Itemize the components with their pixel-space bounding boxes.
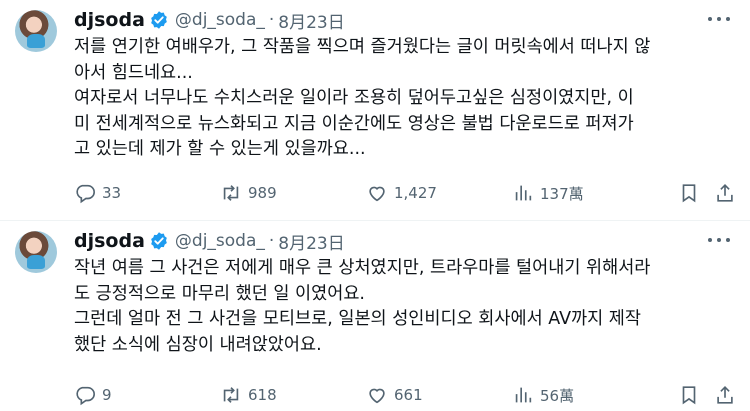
- share-button[interactable]: [714, 180, 736, 206]
- tweet-date[interactable]: 8月23日: [278, 8, 344, 33]
- view-count: 56萬: [540, 386, 575, 405]
- retweet-count: 989: [248, 184, 277, 202]
- separator-dot: ·: [268, 231, 275, 251]
- bookmark-icon: [682, 386, 696, 405]
- tweet-text-line: 작년 여름 그 사건은 저에게 매우 큰 상처였지만, 트라우마를 털어내기 위…: [74, 258, 651, 278]
- share-upload-icon: [717, 184, 733, 202]
- tweet-1[interactable]: djsoda @dj_soda_ · 8月23日 저를 연기한 여배우가, 그 …: [0, 0, 750, 220]
- share-button[interactable]: [714, 382, 736, 408]
- tweet-text-line: 도 긍정적으로 마무리 했던 일 이였어요.: [74, 283, 365, 304]
- tweet-header: djsoda @dj_soda_ · 8月23日: [74, 8, 345, 33]
- tweet-text: 저를 연기한 여배우가, 그 작품을 찍으며 즐거웠다는 글이 머릿속에서 떠나…: [74, 35, 734, 163]
- bookmark-button[interactable]: [678, 180, 700, 206]
- views-button[interactable]: 137萬: [512, 180, 584, 206]
- tweet-text-line: 했단 소식에 심장이 내려앉았어요.: [74, 334, 322, 355]
- display-name[interactable]: djsoda: [74, 9, 145, 31]
- avatar[interactable]: [15, 231, 57, 273]
- like-button[interactable]: 1,427: [366, 180, 437, 206]
- verified-badge-icon: [151, 11, 167, 29]
- tweet-text-line: 고 있는데 제가 할 수 있는게 있을까요...: [74, 139, 366, 159]
- display-name[interactable]: djsoda: [74, 230, 145, 252]
- tweet-text-line: 저를 연기한 여배우가, 그 작품을 찍으며 즐거웠다는 글이 머릿속에서 떠나…: [74, 37, 651, 57]
- retweet-arrows-icon: [223, 387, 239, 403]
- retweet-arrows-icon: [223, 185, 239, 201]
- verified-badge-icon: [151, 232, 167, 250]
- user-handle[interactable]: @dj_soda_: [175, 231, 265, 251]
- bookmark-icon: [682, 184, 696, 203]
- tweet-date[interactable]: 8月23日: [278, 229, 344, 254]
- avatar[interactable]: [15, 10, 57, 52]
- view-count: 137萬: [540, 184, 584, 203]
- retweet-button[interactable]: 618: [220, 382, 277, 408]
- heart-icon: [369, 186, 385, 202]
- more-dots-icon[interactable]: [708, 12, 730, 26]
- views-button[interactable]: 56萬: [512, 382, 574, 408]
- views-bars-icon: [515, 185, 532, 201]
- action-bar: 9 618 661 56萬: [74, 382, 734, 408]
- user-handle[interactable]: @dj_soda_: [175, 10, 265, 30]
- tweet-text: 작년 여름 그 사건은 저에게 매우 큰 상처였지만, 트라우마를 털어내기 위…: [74, 256, 734, 358]
- reply-button[interactable]: 9: [74, 382, 112, 408]
- action-bar: 33 989 1,427 137萬: [74, 180, 734, 206]
- tweet-text-line: 아서 힘드네요...: [74, 62, 193, 83]
- reply-button[interactable]: 33: [74, 180, 121, 206]
- heart-icon: [369, 388, 385, 404]
- more-dots-icon[interactable]: [708, 233, 730, 247]
- tweet-header: djsoda @dj_soda_ · 8月23日: [74, 229, 345, 254]
- like-count: 1,427: [394, 184, 437, 202]
- views-bars-icon: [515, 387, 532, 403]
- retweet-count: 618: [248, 386, 277, 404]
- like-count: 661: [394, 386, 423, 404]
- reply-bubble-icon: [76, 386, 95, 406]
- bookmark-button[interactable]: [678, 382, 700, 408]
- tweet-text-line: 그런데 얼마 전 그 사건을 모티브로, 일본의 성인비디오 회사에서 AV까지…: [74, 309, 642, 329]
- tweet-text-line: 여자로서 너무나도 수치스러운 일이라 조용히 덮어두고싶은 심정이였지만, 이: [74, 88, 634, 108]
- share-upload-icon: [717, 386, 733, 404]
- tweet-2[interactable]: djsoda @dj_soda_ · 8月23日 작년 여름 그 사건은 저에게…: [0, 221, 750, 411]
- separator-dot: ·: [268, 10, 275, 30]
- reply-count: 9: [102, 386, 112, 404]
- reply-count: 33: [102, 184, 122, 202]
- tweet-text-line: 미 전세계적으로 뉴스화되고 지금 이순간에도 영상은 불법 다운로드로 퍼져가: [74, 113, 634, 134]
- like-button[interactable]: 661: [366, 382, 423, 408]
- reply-bubble-icon: [76, 184, 95, 204]
- retweet-button[interactable]: 989: [220, 180, 277, 206]
